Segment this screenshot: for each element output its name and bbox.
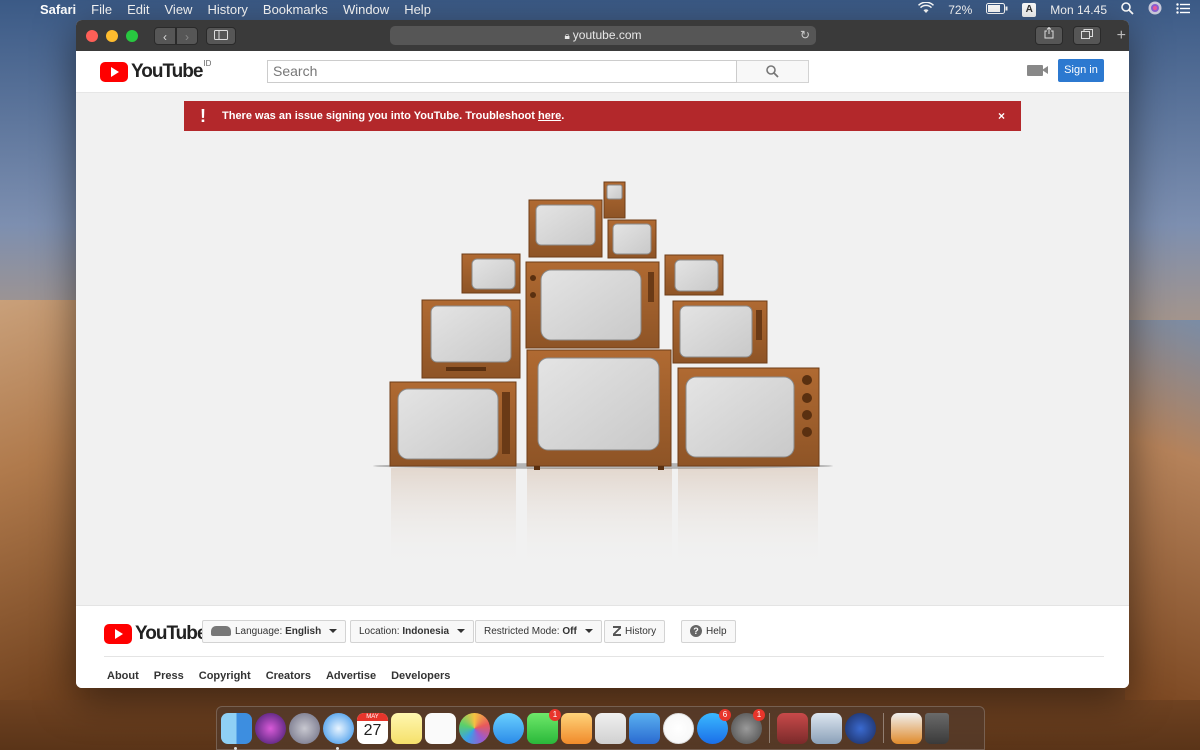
- footer-links: About Press Copyright Creators Advertise…: [107, 670, 450, 682]
- hourglass-icon: [613, 626, 621, 637]
- footer-youtube-logo[interactable]: YouTube: [104, 623, 207, 645]
- app-store-icon[interactable]: 6: [697, 708, 731, 744]
- footer-link-copyright[interactable]: Copyright: [199, 670, 251, 682]
- youtube-footer: YouTube Language: English Location: Indo…: [76, 605, 1129, 688]
- menu-help[interactable]: Help: [404, 2, 431, 17]
- location-value: Indonesia: [402, 626, 450, 637]
- history-button[interactable]: History: [604, 620, 666, 643]
- wifi-icon[interactable]: [918, 1, 935, 17]
- footer-youtube-play-icon: [104, 624, 132, 644]
- app-store-badge: 6: [719, 708, 731, 721]
- status-area: 72% A Mon 14.45: [918, 0, 1190, 19]
- chevron-down-icon: [457, 629, 466, 634]
- help-button[interactable]: ? Help: [681, 620, 736, 643]
- dock: MAY 27 1 6 1: [216, 706, 985, 750]
- menu-history[interactable]: History: [207, 2, 247, 17]
- calendar-day: 27: [363, 721, 382, 739]
- battery-icon[interactable]: [986, 2, 1008, 17]
- system-preferences-badge: 1: [753, 708, 765, 721]
- chevron-down-icon: [584, 629, 593, 634]
- footer-link-advertise[interactable]: Advertise: [326, 670, 376, 682]
- launchpad-icon[interactable]: [289, 712, 320, 744]
- calendar-month: MAY: [357, 712, 388, 721]
- preview-icon[interactable]: [811, 712, 842, 744]
- safari-window: ‹ › 🔒︎youtube.com ↻ + YouTube ID Search: [76, 20, 1129, 688]
- menu-window[interactable]: Window: [343, 2, 389, 17]
- messages-icon[interactable]: [493, 712, 524, 744]
- quicktime-icon[interactable]: [845, 712, 876, 744]
- siri-icon[interactable]: [1148, 1, 1162, 18]
- language-picker-button[interactable]: Language: English: [202, 620, 347, 643]
- input-source-icon[interactable]: A: [1022, 2, 1037, 17]
- photo-booth-icon[interactable]: [777, 712, 808, 744]
- menu-edit[interactable]: Edit: [127, 2, 149, 17]
- running-indicator: [336, 746, 339, 750]
- finder-icon[interactable]: [221, 712, 252, 750]
- dock-separator: [883, 713, 884, 743]
- language-icon: [211, 626, 231, 637]
- photos-icon[interactable]: [459, 712, 490, 744]
- numbers-icon[interactable]: [595, 712, 626, 744]
- help-label: Help: [706, 626, 727, 637]
- notes-icon[interactable]: [391, 712, 422, 744]
- restricted-mode-button[interactable]: Restricted Mode: Off: [475, 620, 602, 643]
- notification-center-icon[interactable]: [1176, 2, 1190, 17]
- footer-link-developers[interactable]: Developers: [391, 670, 450, 682]
- trash-icon[interactable]: [925, 712, 949, 744]
- facetime-badge: 1: [549, 708, 561, 721]
- clock[interactable]: Mon 14.45: [1050, 3, 1107, 17]
- reminders-icon[interactable]: [425, 712, 456, 744]
- footer-link-about[interactable]: About: [107, 670, 139, 682]
- menu-bookmarks[interactable]: Bookmarks: [263, 2, 328, 17]
- language-label: Language:: [235, 626, 283, 637]
- safari-icon[interactable]: [323, 712, 354, 750]
- chevron-down-icon: [329, 629, 338, 634]
- system-preferences-icon[interactable]: 1: [731, 708, 765, 744]
- music-icon[interactable]: [663, 712, 694, 744]
- siri-icon[interactable]: [255, 712, 286, 744]
- footer-divider: [104, 656, 1104, 657]
- running-indicator: [234, 746, 237, 750]
- help-icon: ?: [690, 625, 702, 638]
- pages-icon[interactable]: [561, 712, 592, 744]
- footer-youtube-wordmark: YouTube: [135, 623, 207, 644]
- restricted-value: Off: [562, 626, 577, 637]
- location-picker-button[interactable]: Location: Indonesia: [350, 620, 475, 643]
- history-label: History: [625, 626, 657, 637]
- retro-tv-stack-image: [373, 181, 833, 568]
- battery-percent[interactable]: 72%: [948, 3, 972, 17]
- menu-bar: Safari File Edit View History Bookmarks …: [0, 0, 1200, 19]
- dock-separator: [769, 713, 770, 743]
- desktop-wallpaper-right: [1125, 320, 1200, 700]
- location-label: Location:: [359, 626, 400, 637]
- language-value: English: [285, 626, 322, 637]
- menu-view[interactable]: View: [165, 2, 193, 17]
- tv-pile-illustration: [76, 20, 1129, 688]
- menu-file[interactable]: File: [91, 2, 112, 17]
- facetime-icon[interactable]: 1: [527, 708, 561, 744]
- restricted-label: Restricted Mode:: [484, 626, 560, 637]
- menu-app-name[interactable]: Safari: [40, 2, 76, 17]
- footer-link-press[interactable]: Press: [154, 670, 184, 682]
- footer-link-creators[interactable]: Creators: [266, 670, 311, 682]
- calendar-icon[interactable]: MAY 27: [357, 712, 388, 744]
- downloads-stack-icon[interactable]: [891, 712, 922, 744]
- keynote-icon[interactable]: [629, 712, 660, 744]
- spotlight-icon[interactable]: [1121, 1, 1134, 18]
